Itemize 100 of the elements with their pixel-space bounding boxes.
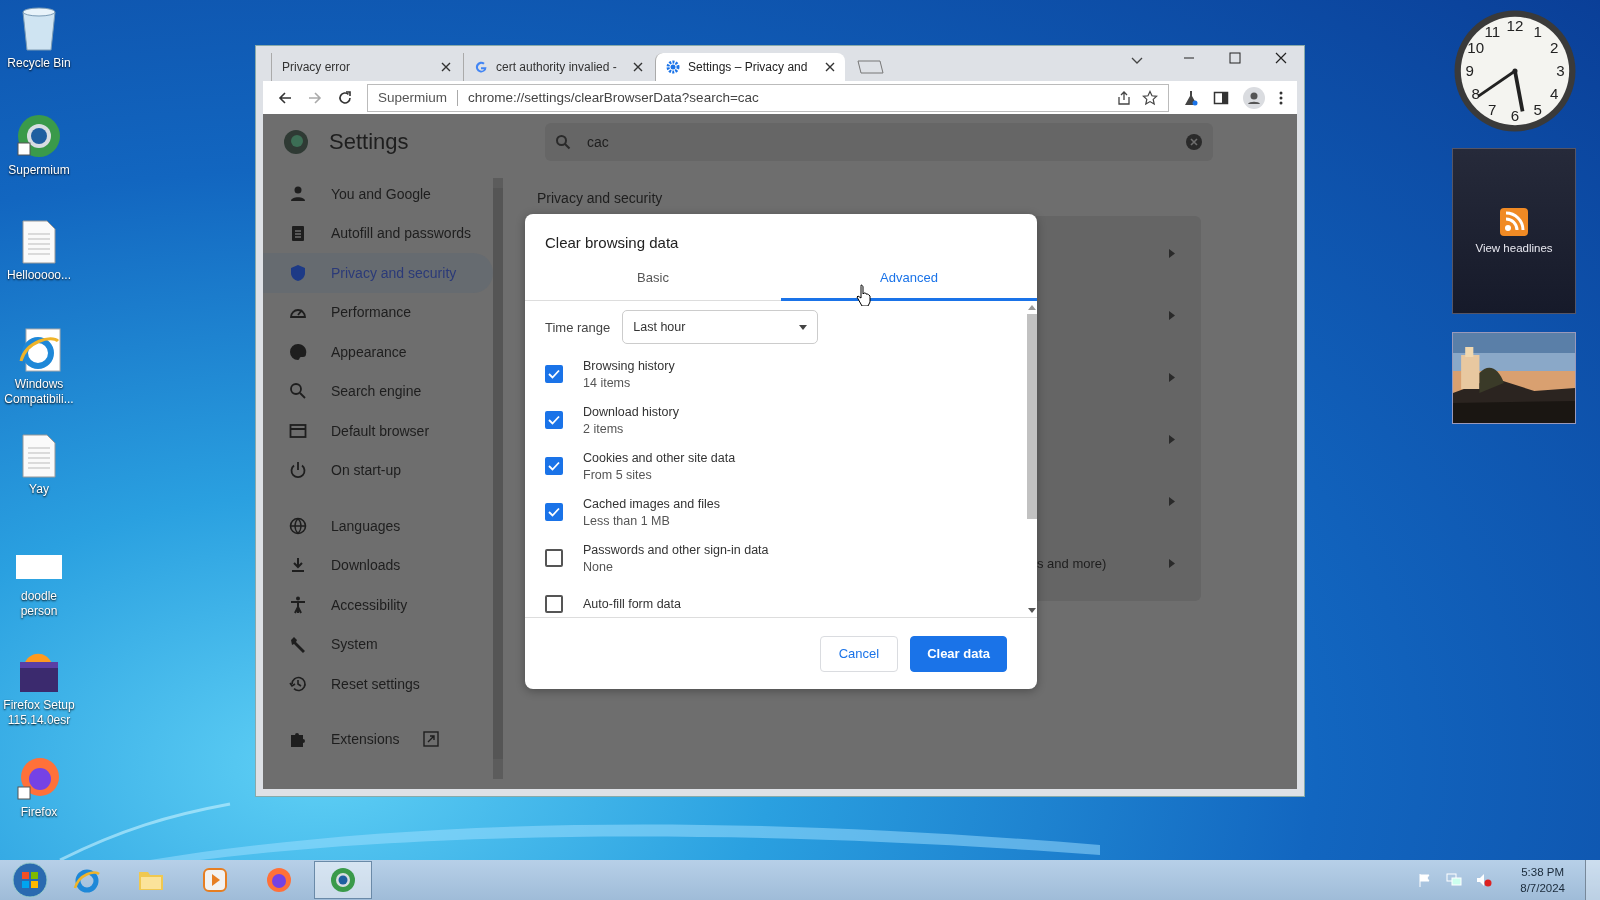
- checkbox[interactable]: [545, 549, 563, 567]
- clock-numeral: 10: [1467, 39, 1485, 57]
- sidebar-item[interactable]: System: [263, 624, 493, 664]
- side-panel-icon[interactable]: [1213, 89, 1229, 106]
- maximize-icon[interactable]: [1229, 51, 1241, 64]
- sidebar-item[interactable]: Appearance: [263, 332, 493, 372]
- option-detail: 2 items: [583, 421, 625, 436]
- flask-icon[interactable]: [1183, 89, 1199, 106]
- address-bar[interactable]: Supermium chrome://settings/clearBrowserData?search=cac: [367, 83, 1169, 112]
- document-icon[interactable]: [22, 220, 56, 264]
- sidebar-item[interactable]: Privacy and security: [263, 253, 493, 293]
- puzzle-icon: [289, 730, 307, 749]
- sidebar-item[interactable]: Extensions: [263, 719, 493, 759]
- clock-numeral: 8: [1471, 84, 1480, 102]
- forward-icon[interactable]: [307, 89, 323, 106]
- speaker-muted-icon[interactable]: [1476, 873, 1493, 887]
- recycle-bin-icon[interactable]: [19, 6, 59, 52]
- search-icon: [555, 134, 571, 150]
- checkbox[interactable]: [545, 411, 563, 429]
- sidebar-item[interactable]: Languages: [263, 506, 493, 546]
- desktop-icon-label[interactable]: Supermium: [1, 163, 77, 178]
- scroll-down-icon[interactable]: [1028, 608, 1036, 613]
- shield-icon: [289, 263, 307, 282]
- clock-numeral: 4: [1550, 84, 1559, 102]
- close-icon[interactable]: [633, 62, 643, 72]
- close-icon[interactable]: [825, 62, 835, 72]
- window-icon: [289, 421, 307, 440]
- option-detail: None: [583, 559, 614, 574]
- chevron-right-icon[interactable]: [1169, 310, 1175, 320]
- bookmark-star-icon[interactable]: [1142, 89, 1158, 106]
- sidebar-item[interactable]: You and Google: [263, 174, 493, 214]
- back-icon[interactable]: [277, 89, 293, 106]
- desktop-icon-label[interactable]: Hellooooo...: [1, 268, 77, 283]
- scrollbar[interactable]: [493, 178, 503, 779]
- scroll-up-icon[interactable]: [1028, 305, 1036, 310]
- dialog-title: Clear browsing data: [544, 233, 680, 253]
- media-player-icon: [201, 866, 229, 894]
- search-field[interactable]: cac: [545, 123, 1213, 161]
- desktop-icon-label[interactable]: Windows Compatibili...: [1, 377, 77, 407]
- section-title: Privacy and security: [537, 190, 664, 206]
- start-button-icon[interactable]: [12, 862, 48, 898]
- checkbox[interactable]: [545, 503, 563, 521]
- sidebar-item[interactable]: Downloads: [263, 545, 493, 585]
- external-link-icon[interactable]: [423, 731, 440, 748]
- sidebar-item[interactable]: Performance: [263, 292, 493, 332]
- reload-icon[interactable]: [337, 89, 353, 106]
- page-title: Settings: [329, 129, 409, 155]
- profile-avatar-icon[interactable]: [1243, 86, 1265, 109]
- close-icon[interactable]: [1275, 51, 1287, 64]
- desktop-icon-label[interactable]: Yay: [1, 482, 77, 497]
- sidebar-item[interactable]: Autofill and passwords: [263, 213, 493, 253]
- show-desktop-button[interactable]: [1585, 860, 1600, 900]
- desktop-icon-label[interactable]: Recycle Bin: [1, 56, 77, 71]
- cancel-button[interactable]: Cancel: [819, 635, 899, 672]
- checkmark-icon: [548, 369, 560, 379]
- chevron-right-icon[interactable]: [1169, 372, 1175, 382]
- chevron-right-icon[interactable]: [1169, 435, 1175, 445]
- dialog-tab[interactable]: Basic: [525, 270, 781, 298]
- desktop-icon-label[interactable]: doodle person: [1, 589, 77, 619]
- sidebar-item[interactable]: Search engine: [263, 371, 493, 411]
- taskbar-button[interactable]: [314, 861, 372, 899]
- sidebar-item[interactable]: Default browser: [263, 411, 493, 451]
- share-icon[interactable]: [1116, 89, 1132, 106]
- sidebar-item[interactable]: Accessibility: [263, 585, 493, 625]
- clear-data-button[interactable]: Clear data: [910, 635, 1007, 672]
- browser-icon[interactable]: [16, 113, 62, 159]
- close-icon[interactable]: [441, 62, 451, 72]
- clock-face-drawing[interactable]: [1454, 10, 1576, 132]
- clock-numeral: 6: [1510, 107, 1520, 125]
- menu-icon[interactable]: [1279, 90, 1283, 105]
- desktop-icon-label[interactable]: Firefox: [1, 805, 77, 820]
- firefox-icon[interactable]: [16, 755, 62, 801]
- history-icon: [289, 674, 307, 693]
- chevron-right-icon[interactable]: [1169, 497, 1175, 507]
- sidebar-item[interactable]: On start-up: [263, 450, 493, 490]
- sidebar-item[interactable]: Reset settings: [263, 664, 493, 704]
- checkbox[interactable]: [545, 595, 563, 613]
- chevron-right-icon[interactable]: [1169, 248, 1175, 258]
- desktop-icon-label[interactable]: Firefox Setup 115.14.0esr: [1, 698, 77, 728]
- option-label: Cookies and other site data: [583, 450, 736, 465]
- browser-logo-icon: [283, 129, 309, 155]
- row-text: s and more): [1037, 556, 1107, 572]
- document-icon[interactable]: [22, 434, 56, 478]
- time-range-dropdown[interactable]: Last hour: [622, 310, 819, 344]
- tab-search-icon[interactable]: [1131, 56, 1143, 65]
- new-tab-icon[interactable]: [855, 60, 885, 74]
- chevron-right-icon[interactable]: [1169, 559, 1175, 569]
- browser-icon: [329, 866, 357, 894]
- browser-tab[interactable]: Settings – Privacy and: [655, 53, 845, 81]
- dropdown-caret-icon: [799, 324, 808, 330]
- field-label: Time range: [545, 319, 611, 335]
- tray-date[interactable]: 8/7/2024: [1520, 880, 1565, 896]
- checkbox[interactable]: [545, 457, 563, 475]
- tray-time[interactable]: 5:38 PM: [1521, 864, 1565, 880]
- palette-icon: [289, 342, 307, 361]
- option-label: Passwords and other sign-in data: [583, 542, 769, 557]
- clear-search-icon[interactable]: [1185, 133, 1203, 151]
- headlines-gadget[interactable]: View headlines: [1452, 148, 1576, 314]
- checkbox[interactable]: [545, 365, 563, 383]
- accessibility-icon: [289, 595, 307, 614]
